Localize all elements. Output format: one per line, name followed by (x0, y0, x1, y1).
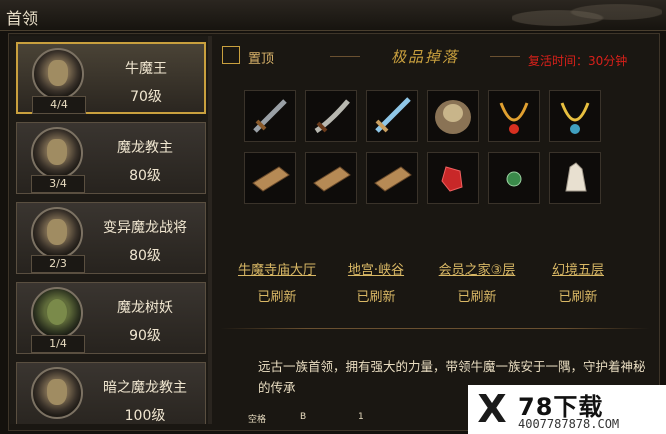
drop-title-banner: 极品掉落 (330, 44, 520, 68)
hotkey-1: 1 (358, 412, 364, 422)
refresh-status: 已刷新 (558, 290, 598, 305)
boss-name: 暗之魔龙教主 (103, 380, 187, 396)
drop-item-wooden-plank-icon[interactable] (305, 152, 357, 204)
boss-item-mutant-dragon-general[interactable]: 2/3 变异魔龙战将 80级 (16, 202, 206, 274)
drop-item-red-gem-icon[interactable] (427, 152, 479, 204)
dragon-cult-master-portrait-icon (31, 127, 83, 179)
boss-item-dark-dragon-cult-master[interactable]: 暗之魔龙教主 100级 (16, 362, 206, 424)
hotkey-space: 空格 (248, 415, 267, 425)
boss-level: 70级 (130, 89, 162, 105)
drop-title: 极品掉落 (390, 48, 459, 66)
boss-level: 80级 (129, 168, 161, 184)
drop-item-armor-icon[interactable] (427, 90, 479, 142)
boss-name: 魔龙教主 (117, 140, 173, 156)
section-divider (220, 328, 650, 329)
boss-name: 牛魔王 (125, 61, 167, 77)
window-title: 首领 (6, 9, 39, 28)
drop-item-crystal-icon[interactable] (549, 152, 601, 204)
boss-item-bull-demon[interactable]: 4/4 牛魔王 70级 (16, 42, 206, 114)
location-link[interactable]: 牛魔寺庙大厅 (228, 259, 326, 278)
boss-count: 2/3 (31, 255, 85, 273)
location-link[interactable]: 会员之家③层 (424, 259, 530, 278)
logo-mark-icon: X (477, 387, 507, 431)
respawn-time: 复活时间：30分钟 (528, 54, 628, 68)
boss-name: 魔龙树妖 (117, 300, 173, 316)
pin-label: 置顶 (248, 52, 275, 67)
title-bar: 首领 (0, 0, 666, 31)
boss-level: 90级 (129, 328, 161, 344)
boss-count: 1/4 (31, 335, 85, 353)
watermark-logo: X 78下载 4007787878.COM (468, 385, 666, 434)
refresh-status: 已刷新 (457, 290, 497, 305)
location-link[interactable]: 地宫·峡谷 (330, 259, 422, 278)
dragon-ornament-icon (512, 0, 662, 30)
boss-list-scrollbar[interactable] (208, 36, 212, 424)
logo-site: 4007787878.COM (518, 417, 620, 431)
dark-dragon-cult-master-portrait-icon (31, 367, 83, 419)
refresh-status: 已刷新 (356, 290, 396, 305)
refresh-status: 已刷新 (257, 290, 297, 305)
drop-item-sword-icon[interactable] (244, 90, 296, 142)
drop-item-necklace-gold-icon[interactable] (549, 90, 601, 142)
boss-level: 100级 (124, 408, 166, 424)
boss-count: 3/4 (31, 175, 85, 193)
drop-item-curved-blade-icon[interactable] (305, 90, 357, 142)
drop-item-blue-sword-icon[interactable] (366, 90, 418, 142)
drop-item-wooden-plank-icon[interactable] (366, 152, 418, 204)
hotkey-b: B (300, 412, 307, 422)
boss-level: 80级 (129, 248, 161, 264)
bull-demon-portrait-icon (32, 48, 84, 100)
boss-list[interactable]: 4/4 牛魔王 70级 3/4 魔龙教主 80级 2/3 变异魔龙战将 80级 … (10, 36, 211, 424)
boss-item-dragon-cult-master[interactable]: 3/4 魔龙教主 80级 (16, 122, 206, 194)
drop-item-green-orb-icon[interactable] (488, 152, 540, 204)
pin-checkbox[interactable] (222, 46, 240, 64)
drop-item-necklace-red-icon[interactable] (488, 90, 540, 142)
dragon-tree-demon-portrait-icon (31, 287, 83, 339)
location-link[interactable]: 幻境五层 (540, 259, 616, 278)
mutant-dragon-general-portrait-icon (31, 207, 83, 259)
boss-count: 4/4 (32, 96, 86, 114)
boss-item-dragon-tree-demon[interactable]: 1/4 魔龙树妖 90级 (16, 282, 206, 354)
drop-item-wooden-plank-icon[interactable] (244, 152, 296, 204)
boss-name: 变异魔龙战将 (103, 220, 187, 236)
